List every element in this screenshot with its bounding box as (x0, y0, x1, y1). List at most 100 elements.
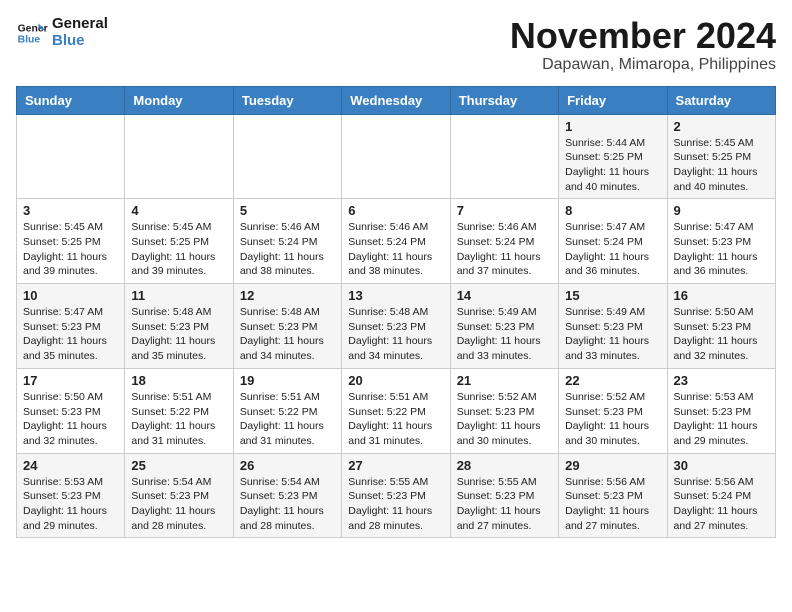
day-number: 30 (674, 458, 769, 473)
calendar-cell: 6 Sunrise: 5:46 AM Sunset: 5:24 PM Daylig… (342, 199, 450, 284)
day-number: 3 (23, 203, 118, 218)
calendar-cell (233, 114, 341, 199)
calendar-cell: 5 Sunrise: 5:46 AM Sunset: 5:24 PM Daylig… (233, 199, 341, 284)
calendar-cell: 24 Sunrise: 5:53 AM Sunset: 5:23 PM Dayli… (17, 453, 125, 538)
calendar-cell: 1 Sunrise: 5:44 AM Sunset: 5:25 PM Daylig… (559, 114, 667, 199)
day-number: 16 (674, 288, 769, 303)
weekday-header-row: SundayMondayTuesdayWednesdayThursdayFrid… (17, 86, 776, 114)
calendar-cell: 8 Sunrise: 5:47 AM Sunset: 5:24 PM Daylig… (559, 199, 667, 284)
day-info: Sunrise: 5:55 AM Sunset: 5:23 PM Dayligh… (457, 475, 552, 534)
day-number: 9 (674, 203, 769, 218)
page-header: General Blue General Blue November 2024 … (16, 16, 776, 74)
week-row-2: 3 Sunrise: 5:45 AM Sunset: 5:25 PM Daylig… (17, 199, 776, 284)
day-info: Sunrise: 5:56 AM Sunset: 5:24 PM Dayligh… (674, 475, 769, 534)
day-info: Sunrise: 5:54 AM Sunset: 5:23 PM Dayligh… (240, 475, 335, 534)
calendar-cell: 29Sunrise: 5:56 AM Sunset: 5:23 PM Dayli… (559, 453, 667, 538)
day-info: Sunrise: 5:48 AM Sunset: 5:23 PM Dayligh… (348, 305, 443, 364)
calendar-cell: 15Sunrise: 5:49 AM Sunset: 5:23 PM Dayli… (559, 284, 667, 369)
day-number: 5 (240, 203, 335, 218)
calendar-cell: 30 Sunrise: 5:56 AM Sunset: 5:24 PM Dayli… (667, 453, 775, 538)
title-area: November 2024 Dapawan, Mimaropa, Philipp… (510, 16, 776, 74)
calendar-cell (17, 114, 125, 199)
day-number: 13 (348, 288, 443, 303)
day-info: Sunrise: 5:51 AM Sunset: 5:22 PM Dayligh… (131, 390, 226, 449)
day-info: Sunrise: 5:52 AM Sunset: 5:23 PM Dayligh… (457, 390, 552, 449)
day-number: 28 (457, 458, 552, 473)
weekday-header-tuesday: Tuesday (233, 86, 341, 114)
calendar-cell: 11 Sunrise: 5:48 AM Sunset: 5:23 PM Dayli… (125, 284, 233, 369)
weekday-header-wednesday: Wednesday (342, 86, 450, 114)
day-number: 11 (131, 288, 226, 303)
weekday-header-saturday: Saturday (667, 86, 775, 114)
calendar-cell: 18 Sunrise: 5:51 AM Sunset: 5:22 PM Dayli… (125, 368, 233, 453)
day-number: 14 (457, 288, 552, 303)
day-info: Sunrise: 5:48 AM Sunset: 5:23 PM Dayligh… (131, 305, 226, 364)
day-info: Sunrise: 5:45 AM Sunset: 5:25 PM Dayligh… (23, 220, 118, 279)
day-info: Sunrise: 5:51 AM Sunset: 5:22 PM Dayligh… (348, 390, 443, 449)
calendar-cell: 20Sunrise: 5:51 AM Sunset: 5:22 PM Dayli… (342, 368, 450, 453)
calendar-cell: 17Sunrise: 5:50 AM Sunset: 5:23 PM Dayli… (17, 368, 125, 453)
day-number: 2 (674, 119, 769, 134)
weekday-header-thursday: Thursday (450, 86, 558, 114)
day-number: 21 (457, 373, 552, 388)
calendar-cell: 7 Sunrise: 5:46 AM Sunset: 5:24 PM Daylig… (450, 199, 558, 284)
day-number: 6 (348, 203, 443, 218)
calendar-cell: 2Sunrise: 5:45 AM Sunset: 5:25 PM Daylig… (667, 114, 775, 199)
calendar-cell: 4 Sunrise: 5:45 AM Sunset: 5:25 PM Daylig… (125, 199, 233, 284)
logo: General Blue General Blue (16, 16, 108, 49)
svg-text:Blue: Blue (18, 34, 41, 45)
day-info: Sunrise: 5:46 AM Sunset: 5:24 PM Dayligh… (348, 220, 443, 279)
calendar-cell: 14 Sunrise: 5:49 AM Sunset: 5:23 PM Dayli… (450, 284, 558, 369)
calendar-cell: 22Sunrise: 5:52 AM Sunset: 5:23 PM Dayli… (559, 368, 667, 453)
day-info: Sunrise: 5:44 AM Sunset: 5:25 PM Dayligh… (565, 136, 660, 195)
week-row-3: 10 Sunrise: 5:47 AM Sunset: 5:23 PM Dayli… (17, 284, 776, 369)
location-subtitle: Dapawan, Mimaropa, Philippines (510, 56, 776, 74)
weekday-header-friday: Friday (559, 86, 667, 114)
day-info: Sunrise: 5:47 AM Sunset: 5:24 PM Dayligh… (565, 220, 660, 279)
day-number: 19 (240, 373, 335, 388)
day-number: 24 (23, 458, 118, 473)
day-info: Sunrise: 5:46 AM Sunset: 5:24 PM Dayligh… (240, 220, 335, 279)
day-number: 7 (457, 203, 552, 218)
day-info: Sunrise: 5:50 AM Sunset: 5:23 PM Dayligh… (674, 305, 769, 364)
day-info: Sunrise: 5:48 AM Sunset: 5:23 PM Dayligh… (240, 305, 335, 364)
day-info: Sunrise: 5:46 AM Sunset: 5:24 PM Dayligh… (457, 220, 552, 279)
calendar-cell: 27Sunrise: 5:55 AM Sunset: 5:23 PM Dayli… (342, 453, 450, 538)
day-number: 15 (565, 288, 660, 303)
logo-icon: General Blue (16, 17, 48, 49)
calendar-cell: 16 Sunrise: 5:50 AM Sunset: 5:23 PM Dayli… (667, 284, 775, 369)
calendar-cell: 12Sunrise: 5:48 AM Sunset: 5:23 PM Dayli… (233, 284, 341, 369)
weekday-header-sunday: Sunday (17, 86, 125, 114)
weekday-header-monday: Monday (125, 86, 233, 114)
day-info: Sunrise: 5:52 AM Sunset: 5:23 PM Dayligh… (565, 390, 660, 449)
day-info: Sunrise: 5:50 AM Sunset: 5:23 PM Dayligh… (23, 390, 118, 449)
day-number: 25 (131, 458, 226, 473)
day-number: 4 (131, 203, 226, 218)
day-number: 10 (23, 288, 118, 303)
day-info: Sunrise: 5:49 AM Sunset: 5:23 PM Dayligh… (457, 305, 552, 364)
calendar-cell: 3 Sunrise: 5:45 AM Sunset: 5:25 PM Daylig… (17, 199, 125, 284)
week-row-5: 24 Sunrise: 5:53 AM Sunset: 5:23 PM Dayli… (17, 453, 776, 538)
calendar-cell (342, 114, 450, 199)
month-title: November 2024 (510, 16, 776, 56)
calendar-cell: 10 Sunrise: 5:47 AM Sunset: 5:23 PM Dayli… (17, 284, 125, 369)
day-info: Sunrise: 5:53 AM Sunset: 5:23 PM Dayligh… (674, 390, 769, 449)
day-info: Sunrise: 5:54 AM Sunset: 5:23 PM Dayligh… (131, 475, 226, 534)
calendar-cell: 23Sunrise: 5:53 AM Sunset: 5:23 PM Dayli… (667, 368, 775, 453)
calendar-table: SundayMondayTuesdayWednesdayThursdayFrid… (16, 86, 776, 539)
day-info: Sunrise: 5:51 AM Sunset: 5:22 PM Dayligh… (240, 390, 335, 449)
logo-general: General (52, 16, 108, 33)
day-number: 26 (240, 458, 335, 473)
calendar-cell: 25 Sunrise: 5:54 AM Sunset: 5:23 PM Dayli… (125, 453, 233, 538)
calendar-cell (125, 114, 233, 199)
logo-blue: Blue (52, 33, 108, 50)
day-number: 1 (565, 119, 660, 134)
day-info: Sunrise: 5:47 AM Sunset: 5:23 PM Dayligh… (23, 305, 118, 364)
day-info: Sunrise: 5:53 AM Sunset: 5:23 PM Dayligh… (23, 475, 118, 534)
calendar-cell: 13 Sunrise: 5:48 AM Sunset: 5:23 PM Dayli… (342, 284, 450, 369)
calendar-cell: 9Sunrise: 5:47 AM Sunset: 5:23 PM Daylig… (667, 199, 775, 284)
calendar-cell (450, 114, 558, 199)
day-number: 8 (565, 203, 660, 218)
day-info: Sunrise: 5:45 AM Sunset: 5:25 PM Dayligh… (131, 220, 226, 279)
day-number: 18 (131, 373, 226, 388)
